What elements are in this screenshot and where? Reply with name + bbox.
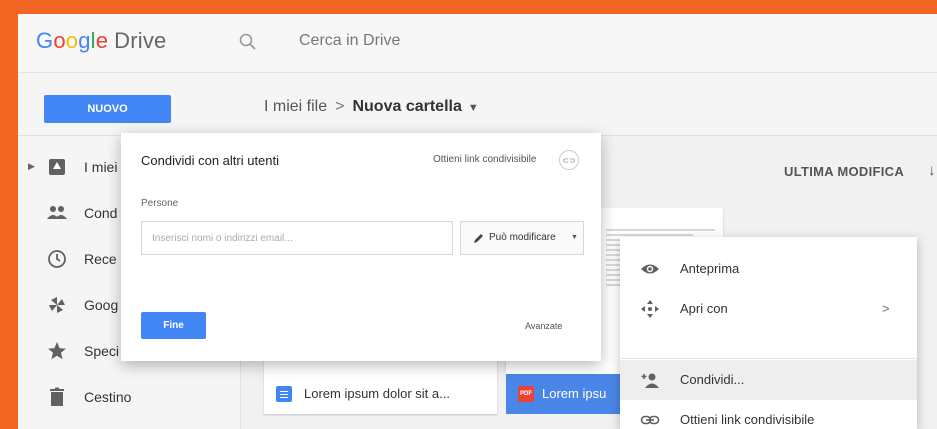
drive-icon — [49, 159, 65, 175]
sort-arrow-icon[interactable]: ↓ — [928, 162, 936, 179]
menu-item-open-with[interactable]: Apri con > — [620, 289, 917, 329]
add-person-icon — [641, 373, 659, 388]
menu-item-label: Anteprima — [680, 261, 740, 276]
menu-item-label: Apri con — [680, 301, 728, 316]
people-icon — [47, 206, 67, 219]
new-button[interactable]: NUOVO — [44, 95, 171, 123]
menu-item-share[interactable]: Condividi... — [620, 360, 917, 400]
chevron-down-icon[interactable]: ▼ — [468, 102, 479, 114]
star-icon — [48, 342, 66, 360]
search-input[interactable]: Cerca in Drive — [299, 32, 400, 50]
google-drive-logo[interactable]: Google Drive — [36, 28, 167, 54]
move-icon — [641, 300, 659, 318]
eye-icon — [641, 264, 659, 274]
logo-letter: o — [65, 28, 79, 53]
link-icon[interactable]: ⊂⊃ — [559, 150, 579, 170]
done-button[interactable]: Fine — [141, 312, 206, 339]
top-bar: Google Drive Cerca in Drive — [18, 14, 937, 73]
photos-icon — [49, 297, 65, 313]
context-menu: Anteprima Apri con > Condividi... Ottien… — [620, 237, 917, 429]
advanced-link[interactable]: Avanzate — [525, 321, 562, 331]
clock-icon — [48, 250, 66, 268]
breadcrumb-separator: > — [335, 98, 345, 115]
sidebar-item-label: Speci — [84, 343, 120, 359]
file-tile[interactable]: Lorem ipsum dolor sit a... — [264, 374, 497, 414]
logo-letter: e — [95, 28, 109, 53]
sidebar-item-trash[interactable]: Cestino — [18, 382, 240, 412]
pdf-icon: PDF — [518, 386, 534, 402]
email-input[interactable] — [150, 222, 444, 254]
share-dialog: Condividi con altri utenti Ottieni link … — [121, 133, 601, 361]
logo-letter: g — [78, 28, 91, 53]
text-line — [606, 234, 694, 236]
logo-letter: o — [53, 28, 66, 53]
logo-letter: G — [36, 28, 54, 53]
link-icon — [640, 415, 660, 425]
chevron-right-icon: > — [882, 301, 890, 316]
breadcrumb: I miei file > Nuova cartella ▼ — [264, 98, 479, 116]
menu-item-label: Ottieni link condivisibile — [680, 412, 815, 427]
doc-icon — [276, 386, 292, 402]
sidebar-item-label: I miei — [84, 159, 118, 175]
menu-item-get-link[interactable]: Ottieni link condivisibile — [620, 400, 917, 429]
permission-label: Può modificare — [489, 232, 556, 243]
sort-header[interactable]: ULTIMA MODIFICA — [784, 164, 904, 179]
chevron-down-icon: ▼ — [571, 234, 578, 241]
menu-item-preview[interactable]: Anteprima — [620, 249, 917, 289]
sidebar-item-label: Cestino — [84, 389, 132, 405]
menu-item-label: Condividi... — [680, 372, 745, 387]
logo-product: Drive — [114, 28, 167, 53]
file-tile-selected[interactable]: PDF Lorem ipsu — [506, 374, 626, 414]
trash-icon — [50, 387, 64, 406]
menu-divider — [620, 358, 917, 359]
get-shareable-link[interactable]: Ottieni link condivisibile — [433, 154, 536, 165]
sidebar-item-label: Goog — [84, 297, 119, 313]
pencil-icon — [474, 234, 483, 243]
dialog-title: Condividi con altri utenti — [141, 153, 280, 168]
breadcrumb-root[interactable]: I miei file — [264, 98, 327, 115]
expand-arrow-icon[interactable]: ▶ — [28, 161, 35, 172]
search-icon[interactable] — [238, 32, 258, 52]
file-name: Lorem ipsu — [542, 386, 607, 401]
text-line — [606, 229, 715, 231]
permission-dropdown[interactable]: Può modificare ▼ — [460, 221, 584, 255]
people-field[interactable] — [141, 221, 453, 255]
people-label: Persone — [141, 198, 179, 209]
sidebar-item-label: Rece — [84, 251, 117, 267]
drive-window: Google Drive Cerca in Drive NUOVO I miei … — [18, 14, 937, 429]
breadcrumb-current[interactable]: Nuova cartella — [352, 98, 461, 115]
file-name: Lorem ipsum dolor sit a... — [304, 386, 450, 401]
sidebar-item-label: Cond — [84, 205, 118, 221]
